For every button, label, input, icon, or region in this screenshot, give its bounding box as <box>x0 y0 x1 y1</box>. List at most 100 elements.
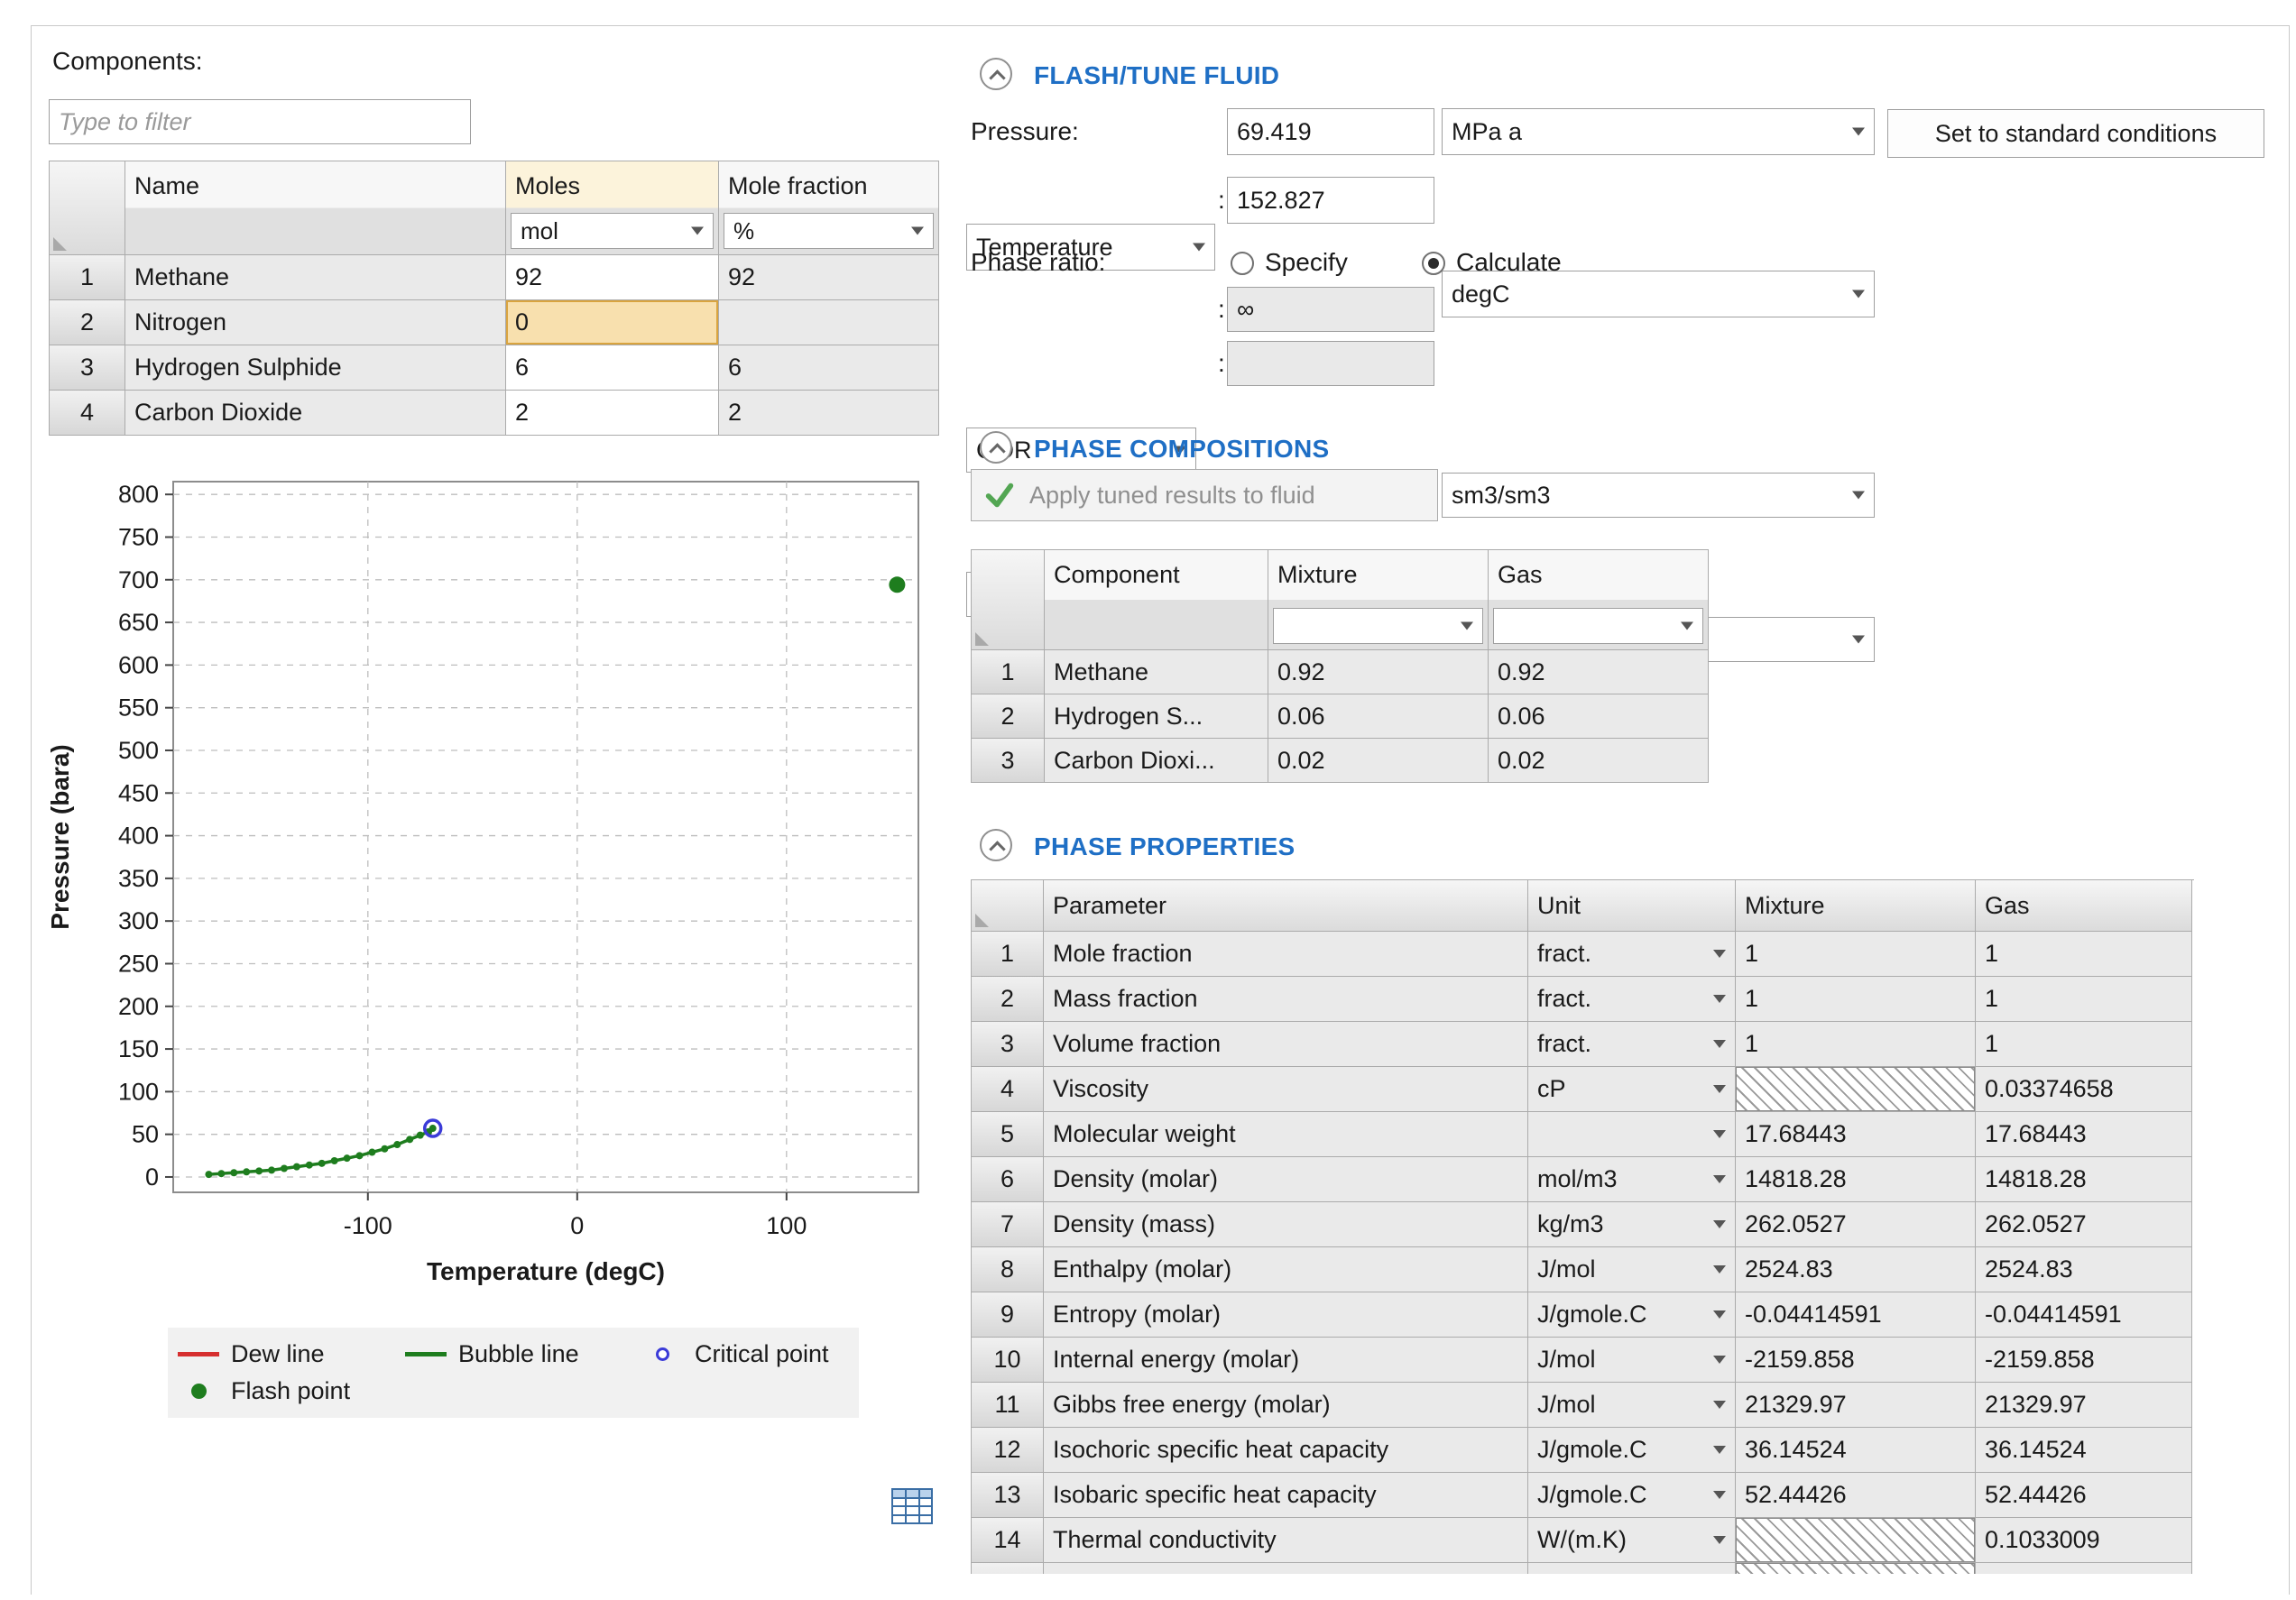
col-header-unit[interactable]: Unit <box>1528 880 1736 932</box>
components-table-corner[interactable] <box>50 161 125 255</box>
unit-select-cell[interactable]: fract. <box>1528 977 1736 1022</box>
unit-select-cell[interactable]: J/mol <box>1528 1247 1736 1292</box>
collapse-phase-properties-button[interactable] <box>980 829 1012 861</box>
mole-fraction-unit-select[interactable]: % <box>724 213 934 249</box>
row-number[interactable]: 10 <box>972 1338 1044 1383</box>
component-name-cell: Hydrogen Sulphide <box>125 345 506 391</box>
moles-cell[interactable]: 0 <box>506 300 719 345</box>
unit-select-cell[interactable]: J/gmole.C <box>1528 1428 1736 1473</box>
moles-cell[interactable]: 92 <box>506 255 719 300</box>
calculate-radio[interactable] <box>1422 252 1445 275</box>
collapse-phase-compositions-button[interactable] <box>980 431 1012 464</box>
mole-fraction-cell[interactable]: 2 <box>719 391 939 436</box>
component-filter-input[interactable] <box>49 99 471 144</box>
mole-fraction-cell[interactable]: 92 <box>719 255 939 300</box>
pressure-unit-select[interactable]: MPa a <box>1442 108 1875 155</box>
col-header-gas[interactable]: Gas <box>1976 880 2192 932</box>
properties-table-corner[interactable] <box>972 880 1044 932</box>
pressure-input[interactable] <box>1227 108 1434 155</box>
unit-select-cell[interactable] <box>1528 1112 1736 1157</box>
unit-select-cell[interactable]: J/mol <box>1528 1383 1736 1428</box>
unit-select-cell[interactable]: mol/m3 <box>1528 1157 1736 1202</box>
parameter-cell: Internal energy (molar) <box>1044 1338 1528 1383</box>
row-number[interactable]: 6 <box>972 1157 1044 1202</box>
unit-select-cell[interactable]: kg/m3 <box>1528 1202 1736 1247</box>
col-header-mole-fraction[interactable]: Mole fraction % <box>719 161 939 255</box>
row-number[interactable]: 12 <box>972 1428 1044 1473</box>
unit-select-cell[interactable]: J/gmole.C <box>1528 1473 1736 1518</box>
svg-text:350: 350 <box>118 865 159 892</box>
svg-text:Pressure (bara): Pressure (bara) <box>46 744 74 929</box>
gas-value-cell: 0.1033009 <box>1976 1518 2192 1563</box>
row-number[interactable]: 1 <box>50 255 125 300</box>
parameter-cell: Density (mass) <box>1044 1202 1528 1247</box>
moles-cell[interactable]: 2 <box>506 391 719 436</box>
gor-unit-select[interactable]: sm3/sm3 <box>1442 473 1875 518</box>
row-number[interactable]: 4 <box>50 391 125 436</box>
col-header-component[interactable]: Component <box>1045 550 1268 650</box>
col-header-gas[interactable]: Gas <box>1489 550 1709 650</box>
row-number[interactable]: 2 <box>50 300 125 345</box>
unit-value: J/mol <box>1537 1346 1596 1374</box>
unit-value: J/gmole.C <box>1537 1436 1647 1464</box>
moles-cell[interactable]: 6 <box>506 345 719 391</box>
unit-select-cell[interactable]: fract. <box>1528 1022 1736 1067</box>
unit-select-cell[interactable]: fract. <box>1528 932 1736 977</box>
row-number[interactable]: 1 <box>972 932 1044 977</box>
gas-filter-select[interactable] <box>1493 608 1703 644</box>
mole-fraction-cell[interactable]: 6 <box>719 345 939 391</box>
unit-select-cell[interactable]: cP <box>1528 1067 1736 1112</box>
col-header-mixture[interactable]: Mixture <box>1268 550 1489 650</box>
collapse-flash-tune-button[interactable] <box>980 58 1012 90</box>
row-number[interactable]: 13 <box>972 1473 1044 1518</box>
gas-value-cell: 14818.28 <box>1976 1157 2192 1202</box>
parameter-cell <box>1044 1563 1528 1574</box>
col-header-moles-label: Moles <box>515 172 580 200</box>
unit-select-cell[interactable]: W/(m.K) <box>1528 1518 1736 1563</box>
unit-value: J/mol <box>1537 1391 1596 1419</box>
svg-text:300: 300 <box>118 907 159 934</box>
mole-fraction-cell[interactable] <box>719 300 939 345</box>
col-header-parameter[interactable]: Parameter <box>1044 880 1528 932</box>
gas-value-cell: 1 <box>1976 1022 2192 1067</box>
mixture-value-cell <box>1736 1067 1976 1112</box>
row-number[interactable]: 3 <box>50 345 125 391</box>
row-number[interactable]: 7 <box>972 1202 1044 1247</box>
row-number[interactable]: 11 <box>972 1383 1044 1428</box>
svg-text:600: 600 <box>118 651 159 678</box>
row-number[interactable]: 14 <box>972 1518 1044 1563</box>
set-standard-conditions-button[interactable]: Set to standard conditions <box>1887 109 2264 158</box>
specify-radio-label[interactable]: Specify <box>1265 242 1348 283</box>
table-view-icon[interactable] <box>891 1488 933 1524</box>
col-header-moles[interactable]: Moles mol <box>506 161 719 255</box>
row-number[interactable]: 1 <box>972 650 1045 694</box>
unit-select-cell[interactable]: J/gmole.C <box>1528 1292 1736 1338</box>
row-number[interactable]: 2 <box>972 694 1045 739</box>
apply-tuned-results-button[interactable]: Apply tuned results to fluid <box>971 469 1438 521</box>
col-header-mixture[interactable]: Mixture <box>1736 880 1976 932</box>
parameter-cell: Molecular weight <box>1044 1112 1528 1157</box>
row-number[interactable] <box>972 1563 1044 1574</box>
row-number[interactable]: 5 <box>972 1112 1044 1157</box>
row-number[interactable]: 3 <box>972 739 1045 783</box>
row-number[interactable]: 8 <box>972 1247 1044 1292</box>
col-header-name[interactable]: Name <box>125 161 506 255</box>
unit-select-cell[interactable]: J/mol <box>1528 1338 1736 1383</box>
legend-label: Critical point <box>695 1340 829 1368</box>
compositions-table-corner[interactable] <box>972 550 1045 650</box>
row-number[interactable]: 9 <box>972 1292 1044 1338</box>
unit-value: fract. <box>1537 985 1591 1013</box>
mixture-filter-select[interactable] <box>1273 608 1483 644</box>
gas-value-cell: 17.68443 <box>1976 1112 2192 1157</box>
temperature-input[interactable] <box>1227 177 1434 224</box>
dropdown-arrow-icon <box>1193 244 1205 252</box>
moles-unit-select[interactable]: mol <box>511 213 714 249</box>
dropdown-arrow-icon <box>911 227 924 235</box>
row-number[interactable]: 4 <box>972 1067 1044 1112</box>
calculate-radio-label[interactable]: Calculate <box>1456 242 1562 283</box>
specify-radio[interactable] <box>1231 252 1254 275</box>
unit-select-cell[interactable] <box>1528 1563 1736 1574</box>
pressure-unit-value: MPa a <box>1452 118 1522 146</box>
row-number[interactable]: 3 <box>972 1022 1044 1067</box>
row-number[interactable]: 2 <box>972 977 1044 1022</box>
